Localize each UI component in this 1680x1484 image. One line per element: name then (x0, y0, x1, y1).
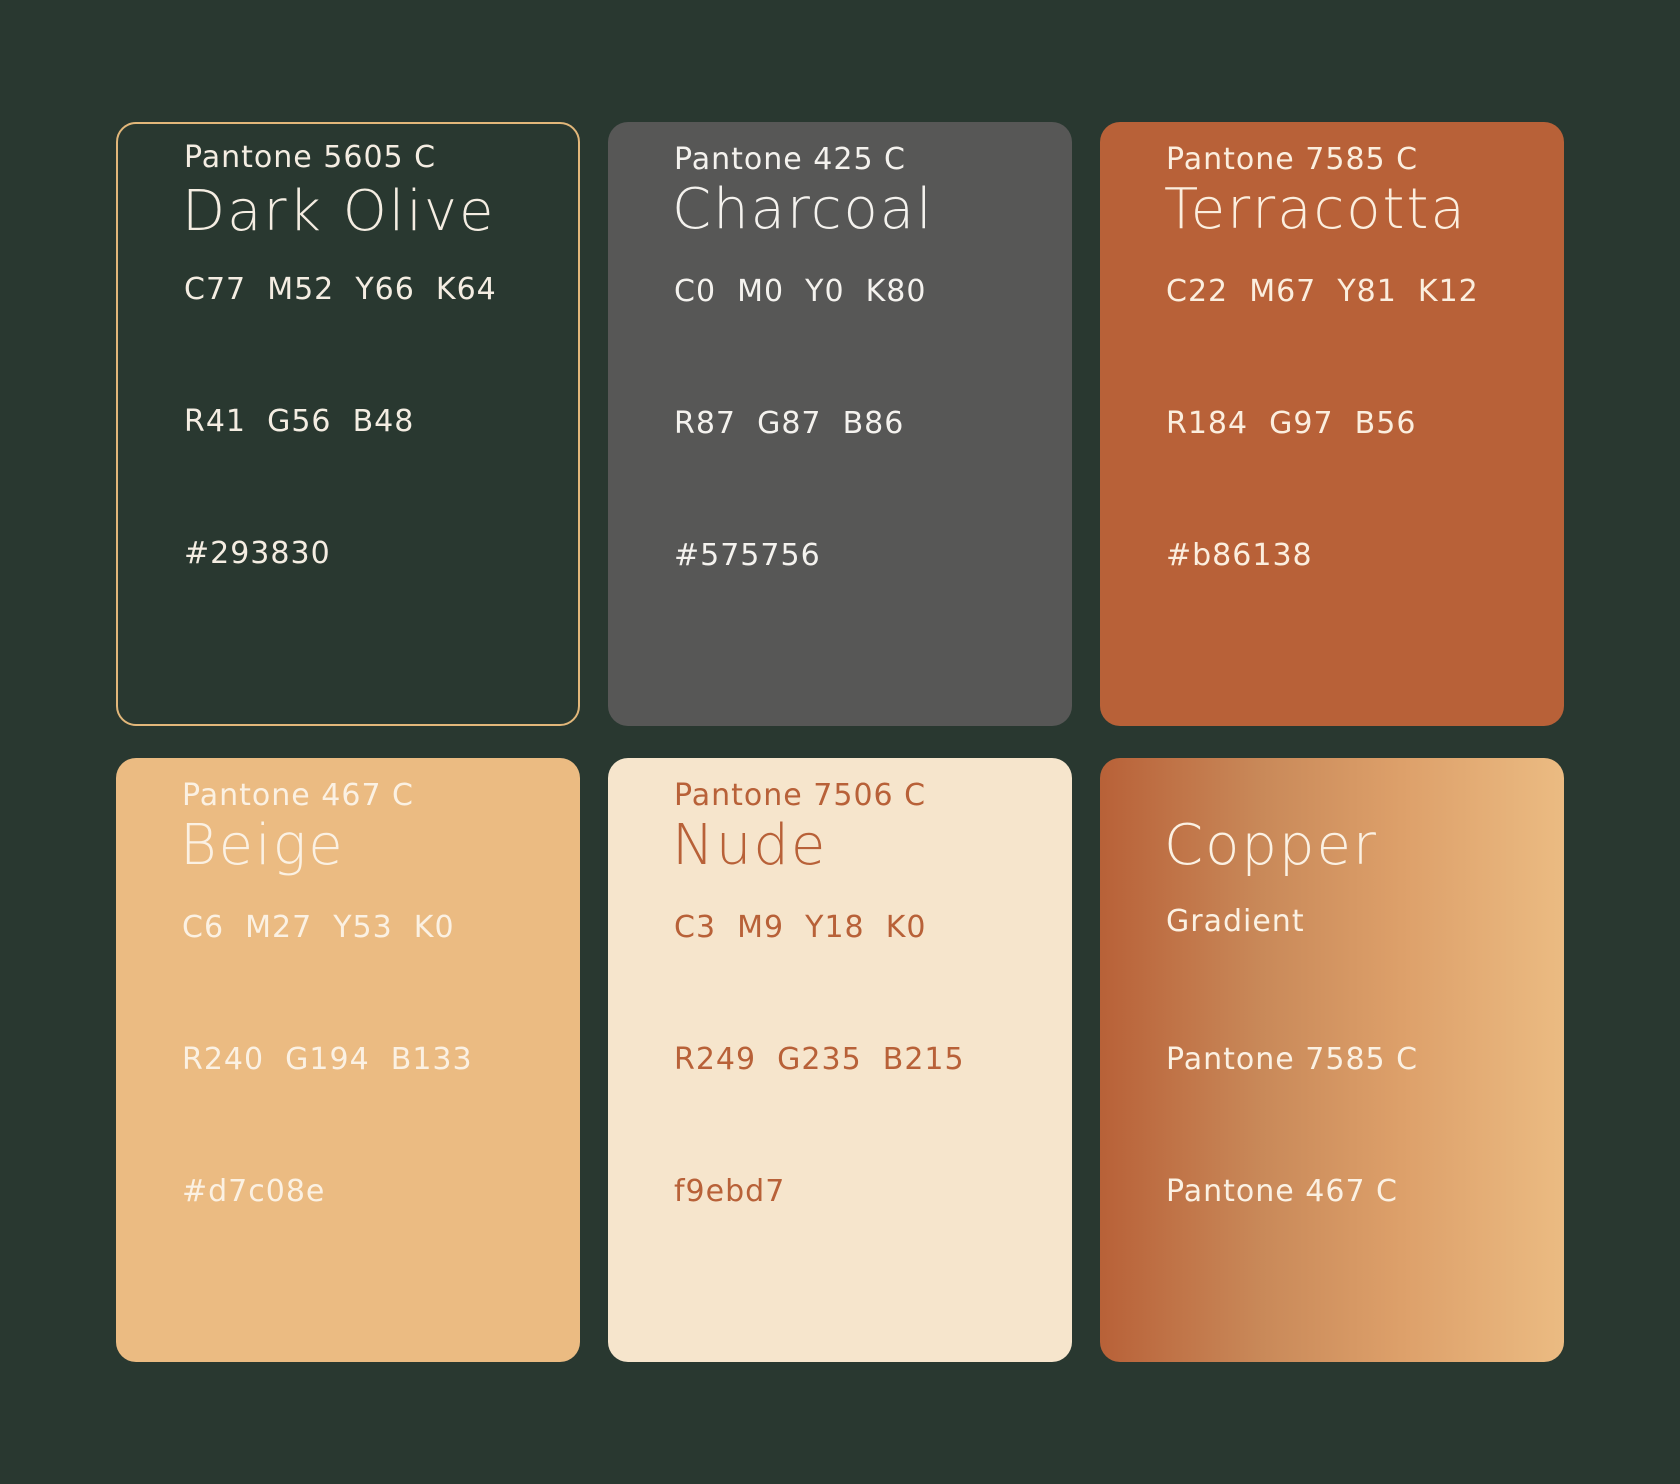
hex-code: f9ebd7 (674, 1174, 786, 1209)
swatch-specs: Pantone 7585 C C22 M67 Y81 K12 R184 G97 … (1166, 122, 1479, 666)
pantone-code-start: Pantone 7585 C (1166, 1042, 1419, 1077)
hex-code: #575756 (674, 538, 821, 573)
color-palette: Dark Olive Pantone 5605 C C77 M52 Y66 K6… (116, 122, 1564, 1362)
pantone-code: Pantone 425 C (674, 142, 907, 177)
swatch-dark-olive: Dark Olive Pantone 5605 C C77 M52 Y66 K6… (116, 122, 580, 726)
pantone-code: Pantone 7585 C (1166, 142, 1419, 177)
swatch-specs: Pantone 467 C C6 M27 Y53 K0 R240 G194 B1… (182, 758, 473, 1302)
swatch-specs: Pantone 425 C C0 M0 Y0 K80 R87 G87 B86 #… (674, 122, 926, 666)
hex-code: #d7c08e (182, 1174, 326, 1209)
cmyk-values: C6 M27 Y53 K0 (182, 910, 455, 945)
cmyk-values: C22 M67 Y81 K12 (1166, 274, 1479, 309)
rgb-values: R249 G235 B215 (674, 1042, 965, 1077)
swatch-specs: Pantone 5605 C C77 M52 Y66 K64 R41 G56 B… (184, 124, 497, 664)
pantone-code: Pantone 467 C (182, 778, 415, 813)
rgb-values: R184 G97 B56 (1166, 406, 1417, 441)
pantone-code: Pantone 5605 C (184, 140, 437, 175)
swatch-nude: Nude Pantone 7506 C C3 M9 Y18 K0 R249 G2… (608, 758, 1072, 1362)
swatch-specs: Pantone 7585 C Pantone 467 C (1166, 950, 1418, 1302)
pantone-code-end: Pantone 467 C (1166, 1174, 1399, 1209)
pantone-code: Pantone 7506 C (674, 778, 927, 813)
swatch-subtitle: Gradient (1166, 904, 1305, 939)
rgb-values: R87 G87 B86 (674, 406, 905, 441)
swatch-charcoal: Charcoal Pantone 425 C C0 M0 Y0 K80 R87 … (608, 122, 1072, 726)
swatch-terracotta: Terracotta Pantone 7585 C C22 M67 Y81 K1… (1100, 122, 1564, 726)
cmyk-values: C0 M0 Y0 K80 (674, 274, 927, 309)
swatch-beige: Beige Pantone 467 C C6 M27 Y53 K0 R240 G… (116, 758, 580, 1362)
cmyk-values: C77 M52 Y66 K64 (184, 272, 497, 307)
hex-code: #b86138 (1166, 538, 1313, 573)
rgb-values: R41 G56 B48 (184, 404, 415, 439)
swatch-specs: Pantone 7506 C C3 M9 Y18 K0 R249 G235 B2… (674, 758, 965, 1302)
swatch-name: Copper (1164, 813, 1378, 878)
hex-code: #293830 (184, 536, 331, 571)
rgb-values: R240 G194 B133 (182, 1042, 473, 1077)
swatch-copper: Copper Gradient Pantone 7585 C Pantone 4… (1100, 758, 1564, 1362)
cmyk-values: C3 M9 Y18 K0 (674, 910, 927, 945)
